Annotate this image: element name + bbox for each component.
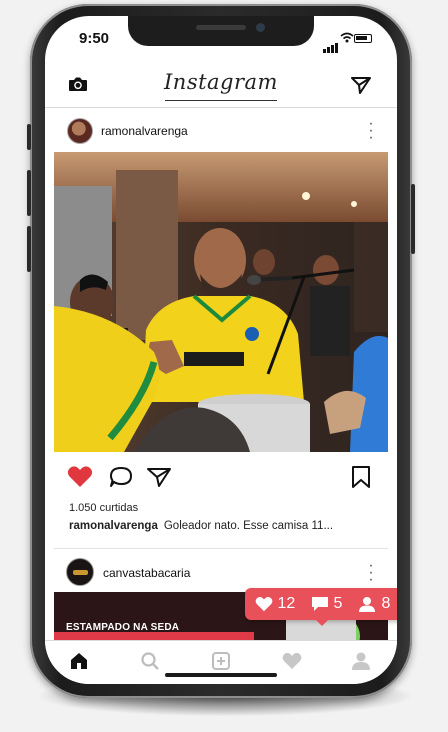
bookmark-icon[interactable] xyxy=(350,465,372,489)
phone-frame: 9:50 Instagram ramonalvarenga · · · 1.05… xyxy=(27,4,415,698)
post-photo[interactable] xyxy=(54,152,388,452)
notification-likes: 12 xyxy=(255,595,295,613)
post-divider xyxy=(54,548,388,549)
power-button xyxy=(411,184,415,254)
notification-followers-count: 8 xyxy=(381,595,391,612)
notification-followers: 8 xyxy=(357,595,390,613)
status-time: 9:50 xyxy=(79,30,110,47)
comment-icon[interactable] xyxy=(109,466,133,488)
front-camera xyxy=(256,23,265,32)
caption-text: Goleador nato. Esse camisa 11... xyxy=(163,520,334,532)
battery-icon xyxy=(354,34,372,43)
heart-icon xyxy=(255,597,273,612)
likes-count[interactable]: 1.050 curtidas xyxy=(69,502,138,514)
post-username[interactable]: canvastabacaria xyxy=(103,566,190,580)
camera-icon[interactable] xyxy=(68,76,88,92)
post-photo-image xyxy=(54,152,388,452)
notification-comments: 5 xyxy=(311,595,342,613)
bottom-tab-bar xyxy=(45,640,397,684)
more-options-icon[interactable]: · · · xyxy=(367,116,375,146)
signal-icon xyxy=(323,35,339,53)
person-icon xyxy=(359,597,375,612)
search-icon[interactable] xyxy=(139,650,161,672)
post-username[interactable]: ramonalvarenga xyxy=(101,124,188,138)
home-icon[interactable] xyxy=(68,650,90,672)
top-app-bar: Instagram xyxy=(45,60,397,108)
post-actions xyxy=(45,456,397,496)
activity-notification-bubble[interactable]: 12 5 8 xyxy=(245,588,397,626)
wifi-icon xyxy=(340,32,354,43)
notification-likes-count: 12 xyxy=(277,595,296,612)
banner-text: ESTAMPADO NA SEDA xyxy=(66,622,180,633)
profile-icon[interactable] xyxy=(350,650,372,672)
direct-send-icon[interactable] xyxy=(351,76,371,94)
volume-up-button xyxy=(27,170,31,216)
share-icon[interactable] xyxy=(146,466,172,488)
activity-icon[interactable] xyxy=(281,650,303,672)
heart-icon[interactable] xyxy=(67,465,93,488)
more-options-icon[interactable]: · · · xyxy=(367,558,375,588)
caption-username[interactable]: ramonalvarenga xyxy=(69,520,158,532)
comment-icon xyxy=(312,597,328,611)
avatar[interactable] xyxy=(67,118,93,144)
avatar[interactable] xyxy=(66,558,94,586)
phone-screen: 9:50 Instagram ramonalvarenga · · · 1.05… xyxy=(45,16,397,684)
logo-underline xyxy=(165,100,277,101)
volume-down-button xyxy=(27,226,31,272)
home-indicator[interactable] xyxy=(165,673,277,677)
notification-comments-count: 5 xyxy=(333,595,343,612)
post-header: ramonalvarenga · · · xyxy=(45,108,397,152)
instagram-logo: Instagram xyxy=(164,70,278,94)
earpiece xyxy=(196,25,246,30)
post-header: canvastabacaria · · · xyxy=(45,552,397,592)
post-caption: ramonalvarenga Goleador nato. Esse camisa… xyxy=(69,520,379,532)
mute-switch xyxy=(27,124,31,150)
notch xyxy=(128,16,314,46)
add-post-icon[interactable] xyxy=(210,650,232,672)
